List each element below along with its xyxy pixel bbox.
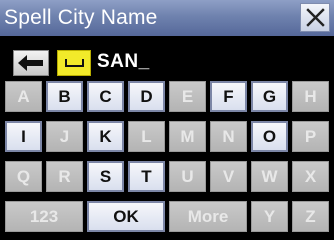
left-arrow-icon [18, 55, 43, 71]
key-y[interactable]: Y [251, 201, 288, 232]
key-k[interactable]: K [87, 121, 124, 152]
key-l[interactable]: L [128, 121, 165, 152]
key-f[interactable]: F [210, 81, 247, 112]
key-ok[interactable]: OK [87, 201, 165, 232]
key-j[interactable]: J [46, 121, 83, 152]
close-button[interactable] [300, 3, 330, 32]
entry-row [0, 36, 334, 76]
key-u[interactable]: U [169, 161, 206, 192]
key-w[interactable]: W [251, 161, 288, 192]
key-t[interactable]: T [128, 161, 165, 192]
key-p[interactable]: P [292, 121, 329, 152]
spell-city-screen: Spell City Name SAN_ ABCDEFGH IJKLMNOP QRS… [0, 0, 334, 240]
key-q[interactable]: Q [5, 161, 42, 192]
entry-text: SAN_ [97, 51, 150, 72]
key-a[interactable]: A [5, 81, 42, 112]
space-bracket-icon [65, 59, 84, 67]
key-o[interactable]: O [251, 121, 288, 152]
key-r[interactable]: R [46, 161, 83, 192]
key-c[interactable]: C [87, 81, 124, 112]
key-v[interactable]: V [210, 161, 247, 192]
key-h[interactable]: H [292, 81, 329, 112]
key-b[interactable]: B [46, 81, 83, 112]
close-x-icon [306, 8, 325, 27]
key-d[interactable]: D [128, 81, 165, 112]
key-i[interactable]: I [5, 121, 42, 152]
backspace-button[interactable] [13, 50, 49, 76]
key-g[interactable]: G [251, 81, 288, 112]
key-x[interactable]: X [292, 161, 329, 192]
key-m[interactable]: M [169, 121, 206, 152]
page-title: Spell City Name [4, 6, 158, 29]
key-more[interactable]: More [169, 201, 247, 232]
key-z[interactable]: Z [292, 201, 329, 232]
key-n[interactable]: N [210, 121, 247, 152]
title-bar: Spell City Name [0, 0, 334, 37]
key-123[interactable]: 123 [5, 201, 83, 232]
space-button[interactable] [57, 50, 91, 76]
key-e[interactable]: E [169, 81, 206, 112]
key-s[interactable]: S [87, 161, 124, 192]
keyboard: A B C D E F G H I J K L M N O P Q R S T U V W X 123 OK More Y Z [0, 81, 334, 240]
